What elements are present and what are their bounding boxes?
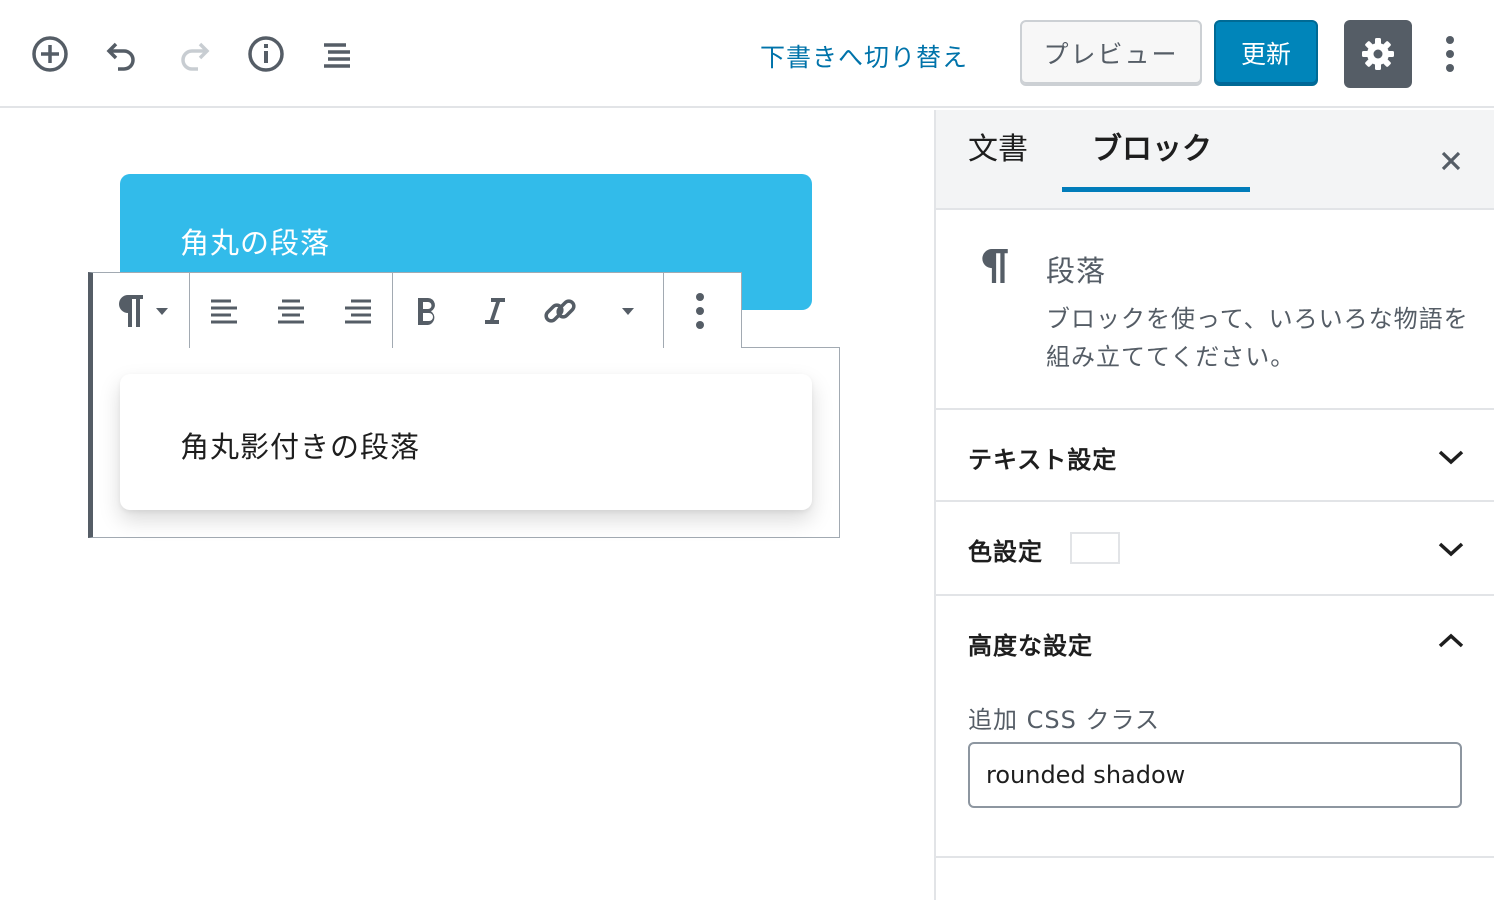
panel-toggle[interactable]: [1434, 532, 1468, 566]
block-switcher-group: [93, 273, 190, 348]
link-button[interactable]: [527, 273, 593, 348]
block-name: 段落: [1046, 254, 1107, 288]
italic-button[interactable]: [461, 273, 527, 348]
update-button[interactable]: 更新: [1214, 20, 1318, 86]
css-class-label: 追加 CSS クラス: [968, 706, 1161, 734]
sidebar-tabs: 文書 ブロック: [936, 110, 1494, 210]
align-center-icon: [278, 299, 304, 323]
block-toolbar: [88, 272, 742, 348]
bold-icon: [418, 297, 435, 325]
more-menu-button[interactable]: [1428, 30, 1472, 78]
add-block-icon[interactable]: [28, 32, 72, 76]
block-type-switcher[interactable]: [93, 273, 189, 348]
link-icon: [544, 298, 576, 323]
panel-advanced-settings[interactable]: 高度な設定 追加 CSS クラス: [936, 596, 1494, 858]
editor-header: 下書きへ切り替え プレビュー 更新: [0, 0, 1494, 108]
align-left-button[interactable]: [190, 273, 258, 348]
undo-icon[interactable]: [100, 32, 144, 76]
chevron-down-icon: [1438, 450, 1464, 465]
panel-title: 色設定: [968, 538, 1043, 566]
css-class-input[interactable]: [968, 742, 1462, 808]
tab-document[interactable]: 文書: [968, 124, 1028, 168]
outline-icon[interactable]: [316, 32, 360, 76]
color-indicator: [1070, 532, 1120, 564]
vertical-ellipsis-icon: [696, 292, 704, 329]
block-options-group: [664, 273, 736, 348]
italic-icon: [485, 297, 505, 324]
chevron-down-icon: [1438, 542, 1464, 557]
switch-to-draft-button[interactable]: 下書きへ切り替え: [760, 38, 968, 74]
pilcrow-icon: [119, 294, 143, 327]
bold-button[interactable]: [393, 273, 461, 348]
align-center-button[interactable]: [258, 273, 324, 348]
pilcrow-icon: [982, 249, 1008, 283]
vertical-ellipsis-icon: [1446, 36, 1454, 72]
align-right-button[interactable]: [324, 273, 392, 348]
close-icon: [1441, 151, 1461, 171]
settings-button[interactable]: [1344, 20, 1412, 88]
settings-sidebar: 文書 ブロック 段落 ブロックを使って、いろいろな物語を組み立ててください。 テ…: [934, 110, 1494, 900]
active-tab-indicator: [1062, 187, 1250, 192]
dropdown-caret-icon: [156, 307, 168, 315]
panel-text-settings[interactable]: テキスト設定: [936, 410, 1494, 502]
redo-icon[interactable]: [172, 32, 216, 76]
more-rich-text-controls[interactable]: [593, 273, 663, 348]
align-left-icon: [211, 299, 237, 323]
block-description: ブロックを使って、いろいろな物語を組み立ててください。: [1046, 305, 1469, 371]
panel-color-settings[interactable]: 色設定: [936, 502, 1494, 596]
close-sidebar-button[interactable]: [1434, 144, 1468, 178]
align-right-icon: [345, 299, 371, 323]
chevron-up-icon: [1438, 633, 1464, 648]
block-card: 段落 ブロックを使って、いろいろな物語を組み立ててください。: [936, 210, 1494, 410]
alignment-group: [190, 273, 393, 348]
editor-canvas: 角丸の段落 角丸影付きの段落: [0, 110, 934, 900]
panel-toggle[interactable]: [1434, 440, 1468, 474]
gear-icon: [1362, 38, 1394, 70]
rounded-shadow-paragraph-block[interactable]: 角丸影付きの段落: [120, 374, 812, 510]
preview-button[interactable]: プレビュー: [1020, 20, 1202, 86]
formatting-group: [393, 273, 664, 348]
rounded-paragraph-text[interactable]: 角丸の段落: [180, 220, 330, 262]
info-icon[interactable]: [244, 32, 288, 76]
panel-title: テキスト設定: [968, 446, 1118, 474]
more-rich-text-caret-icon: [622, 307, 634, 315]
tab-block[interactable]: ブロック: [1092, 124, 1212, 168]
block-more-options-button[interactable]: [664, 273, 736, 348]
panel-toggle[interactable]: [1434, 624, 1468, 658]
rounded-shadow-paragraph-text[interactable]: 角丸影付きの段落: [180, 424, 420, 466]
panel-title: 高度な設定: [968, 632, 1093, 660]
